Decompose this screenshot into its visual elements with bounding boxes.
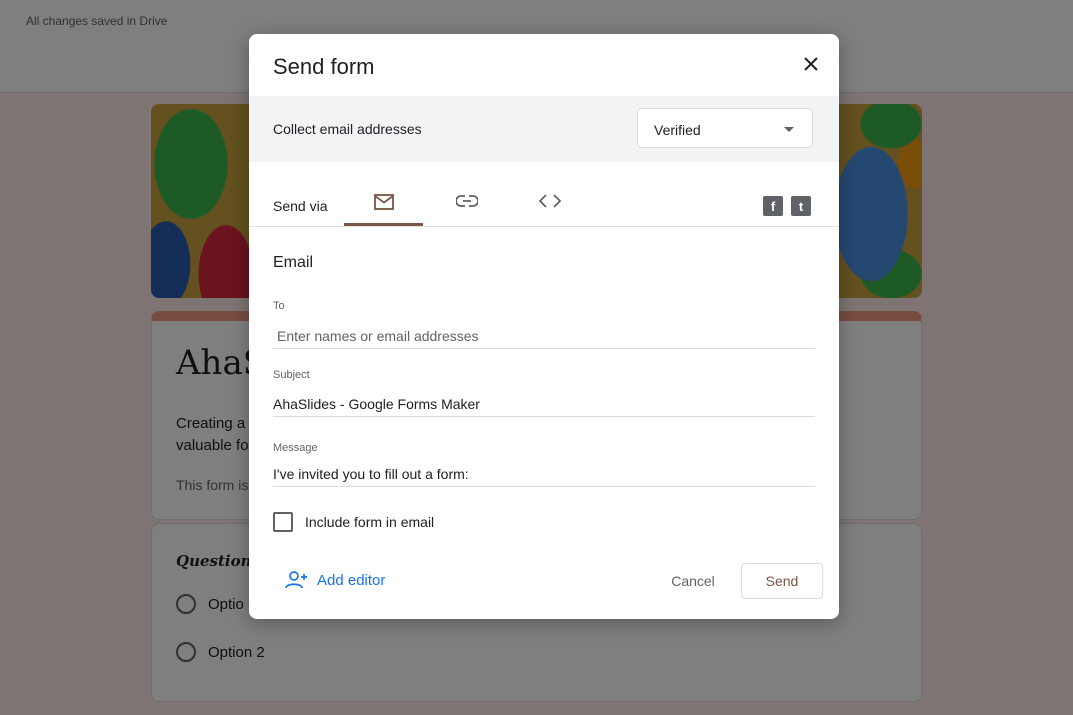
collect-email-value: Verified xyxy=(654,122,701,138)
send-form-dialog: Send form Collect email addresses Verifi… xyxy=(249,34,839,619)
collect-email-select[interactable]: Verified xyxy=(637,108,813,148)
send-via-label: Send via xyxy=(273,198,328,214)
message-label: Message xyxy=(273,442,318,454)
collect-email-label: Collect email addresses xyxy=(273,121,422,137)
caret-down-icon xyxy=(784,127,794,132)
twitter-icon: t xyxy=(798,198,804,214)
include-form-checkbox[interactable] xyxy=(273,512,293,532)
close-button[interactable] xyxy=(797,50,825,78)
collect-email-row: Collect email addresses Verified xyxy=(249,96,839,162)
include-form-label: Include form in email xyxy=(305,514,435,530)
embed-icon xyxy=(538,194,561,208)
tab-link[interactable] xyxy=(427,182,506,226)
subject-label: Subject xyxy=(273,369,310,381)
tab-embed[interactable] xyxy=(510,182,589,226)
facebook-icon: f xyxy=(770,198,776,214)
add-editor-label: Add editor xyxy=(317,571,386,589)
dialog-title: Send form xyxy=(273,54,375,79)
send-via-row: Send via f t xyxy=(249,162,839,227)
link-icon xyxy=(455,195,478,207)
twitter-share-button[interactable]: t xyxy=(791,196,811,216)
subject-input[interactable] xyxy=(273,392,815,417)
close-icon xyxy=(804,57,818,71)
message-input[interactable] xyxy=(273,462,815,487)
include-form-row[interactable]: Include form in email xyxy=(273,512,434,532)
email-icon xyxy=(373,194,394,210)
to-input[interactable] xyxy=(273,324,815,349)
add-editor-button[interactable]: Add editor xyxy=(285,571,385,589)
email-section-title: Email xyxy=(273,254,314,271)
send-button[interactable]: Send xyxy=(741,563,823,599)
add-person-icon xyxy=(285,571,307,589)
facebook-share-button[interactable]: f xyxy=(763,196,783,216)
to-label: To xyxy=(273,300,285,312)
tab-email[interactable] xyxy=(344,182,423,226)
cancel-button[interactable]: Cancel xyxy=(655,563,731,599)
